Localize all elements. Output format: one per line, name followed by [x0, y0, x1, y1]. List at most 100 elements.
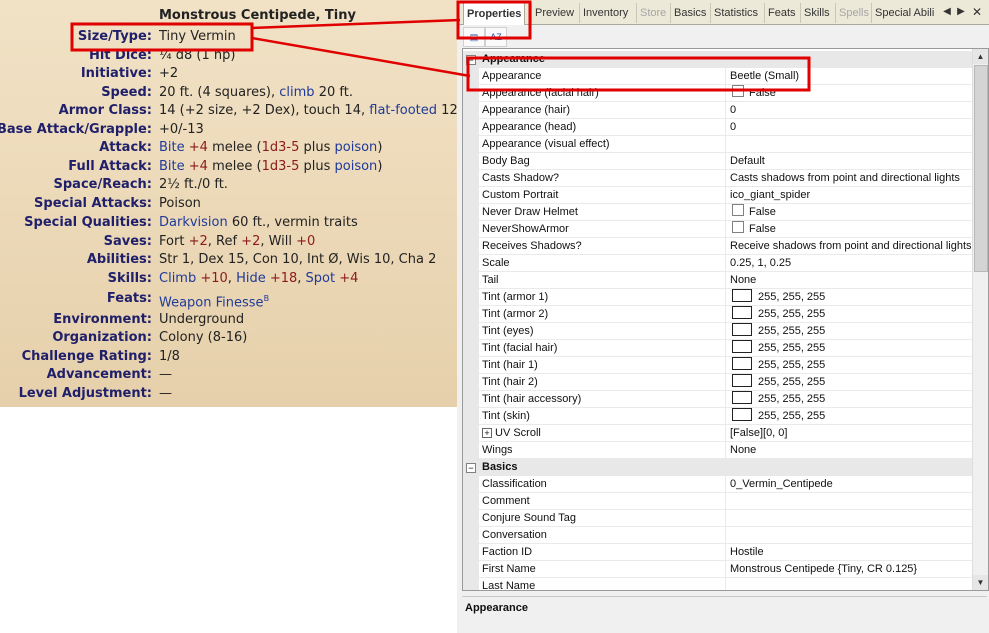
tab-inventory[interactable]: Inventory: [579, 3, 631, 23]
property-row[interactable]: + UV Scroll [False][0, 0]: [463, 425, 977, 442]
tab-statistics[interactable]: Statistics: [710, 3, 761, 23]
property-row[interactable]: Appearance Beetle (Small): [463, 68, 977, 85]
tab-special-abilities[interactable]: Special Abili: [871, 3, 937, 23]
property-value[interactable]: [725, 136, 977, 153]
tab-properties[interactable]: Properties: [463, 2, 526, 25]
property-value[interactable]: [725, 493, 977, 510]
vertical-scrollbar[interactable]: ▲ ▼: [972, 49, 988, 590]
climb-skill-link[interactable]: Climb: [159, 271, 196, 286]
property-value[interactable]: None: [725, 272, 977, 289]
tab-scroll-right-icon[interactable]: ▶: [955, 4, 967, 20]
property-value[interactable]: 255, 255, 255: [725, 391, 977, 408]
property-row[interactable]: Appearance (facial hair) False: [463, 85, 977, 102]
tab-preview[interactable]: Preview: [531, 3, 577, 23]
tab-feats[interactable]: Feats: [764, 3, 799, 23]
property-row[interactable]: Tint (hair 2) 255, 255, 255: [463, 374, 977, 391]
color-swatch-icon[interactable]: [732, 340, 752, 353]
checkbox-icon[interactable]: [732, 85, 744, 97]
property-row[interactable]: Comment: [463, 493, 977, 510]
property-value[interactable]: None: [725, 442, 977, 459]
property-value[interactable]: Default: [725, 153, 977, 170]
color-swatch-icon[interactable]: [732, 408, 752, 421]
color-swatch-icon[interactable]: [732, 289, 752, 302]
property-row[interactable]: NeverShowArmor False: [463, 221, 977, 238]
property-row[interactable]: Conjure Sound Tag: [463, 510, 977, 527]
property-row[interactable]: Conversation: [463, 527, 977, 544]
flat-footed-link[interactable]: flat-footed: [369, 103, 437, 118]
property-row[interactable]: Appearance (head) 0: [463, 119, 977, 136]
property-value[interactable]: 0_Vermin_Centipede: [725, 476, 977, 493]
spot-skill-link[interactable]: Spot: [306, 271, 336, 286]
checkbox-icon[interactable]: [732, 221, 744, 233]
property-value[interactable]: False: [725, 204, 977, 221]
darkvision-link[interactable]: Darkvision: [159, 215, 228, 230]
category-basics[interactable]: − Basics: [463, 459, 974, 476]
tab-scroll-left-icon[interactable]: ◀: [941, 4, 953, 20]
property-row[interactable]: Tint (hair 1) 255, 255, 255: [463, 357, 977, 374]
property-value[interactable]: 255, 255, 255: [725, 306, 977, 323]
poison-link[interactable]: poison: [335, 159, 378, 174]
property-row[interactable]: Casts Shadow? Casts shadows from point an…: [463, 170, 977, 187]
property-row[interactable]: Tint (armor 1) 255, 255, 255: [463, 289, 977, 306]
property-row[interactable]: Appearance (visual effect): [463, 136, 977, 153]
property-row[interactable]: Tint (facial hair) 255, 255, 255: [463, 340, 977, 357]
property-value[interactable]: [False][0, 0]: [725, 425, 977, 442]
color-swatch-icon[interactable]: [732, 323, 752, 336]
poison-link[interactable]: poison: [335, 140, 378, 155]
property-value[interactable]: 0: [725, 119, 977, 136]
property-value[interactable]: Monstrous Centipede {Tiny, CR 0.125}: [725, 561, 977, 578]
color-swatch-icon[interactable]: [732, 391, 752, 404]
property-value[interactable]: Beetle (Small): [725, 68, 977, 85]
property-value[interactable]: Receive shadows from point and direction…: [725, 238, 977, 255]
tab-basics[interactable]: Basics: [670, 3, 709, 23]
property-value[interactable]: 255, 255, 255: [725, 357, 977, 374]
property-value[interactable]: 255, 255, 255: [725, 340, 977, 357]
checkbox-icon[interactable]: [732, 204, 744, 216]
property-row[interactable]: Appearance (hair) 0: [463, 102, 977, 119]
property-value[interactable]: Casts shadows from point and directional…: [725, 170, 977, 187]
property-value[interactable]: [725, 578, 977, 590]
collapse-icon[interactable]: −: [466, 463, 476, 473]
color-swatch-icon[interactable]: [732, 357, 752, 370]
property-value[interactable]: [725, 527, 977, 544]
category-appearance[interactable]: − Appearance: [463, 51, 974, 68]
bite-link[interactable]: Bite: [159, 140, 185, 155]
property-row[interactable]: Scale 0.25, 1, 0.25: [463, 255, 977, 272]
property-row[interactable]: Receives Shadows? Receive shadows from po…: [463, 238, 977, 255]
property-row[interactable]: Faction ID Hostile: [463, 544, 977, 561]
property-row[interactable]: First Name Monstrous Centipede {Tiny, CR …: [463, 561, 977, 578]
tab-spells[interactable]: Spells: [835, 3, 872, 23]
scroll-up-icon[interactable]: ▲: [973, 49, 988, 64]
property-row[interactable]: Tint (armor 2) 255, 255, 255: [463, 306, 977, 323]
property-value[interactable]: Hostile: [725, 544, 977, 561]
property-value[interactable]: 0: [725, 102, 977, 119]
expand-icon[interactable]: +: [482, 428, 492, 438]
property-value[interactable]: False: [725, 221, 977, 238]
property-row[interactable]: Tint (hair accessory) 255, 255, 255: [463, 391, 977, 408]
close-icon[interactable]: ✕: [971, 4, 983, 20]
stat-value-size-type[interactable]: Tiny Vermin: [159, 27, 236, 46]
property-row[interactable]: Custom Portrait ico_giant_spider: [463, 187, 977, 204]
property-row[interactable]: Never Draw Helmet False: [463, 204, 977, 221]
property-row[interactable]: Tint (skin) 255, 255, 255: [463, 408, 977, 425]
color-swatch-icon[interactable]: [732, 374, 752, 387]
poison-link[interactable]: Poison: [159, 194, 201, 213]
property-row[interactable]: Wings None: [463, 442, 977, 459]
property-value[interactable]: 255, 255, 255: [725, 289, 977, 306]
scroll-thumb[interactable]: [974, 65, 988, 272]
collapse-icon[interactable]: −: [466, 55, 476, 65]
color-swatch-icon[interactable]: [732, 306, 752, 319]
tab-skills[interactable]: Skills: [800, 3, 833, 23]
property-value[interactable]: 255, 255, 255: [725, 323, 977, 340]
alphabetical-sort-icon[interactable]: AZ: [485, 27, 507, 47]
property-row[interactable]: Body Bag Default: [463, 153, 977, 170]
property-value[interactable]: [725, 510, 977, 527]
categorized-view-icon[interactable]: ▤: [463, 27, 485, 47]
property-row[interactable]: Classification 0_Vermin_Centipede: [463, 476, 977, 493]
property-row[interactable]: Tail None: [463, 272, 977, 289]
property-row[interactable]: Tint (eyes) 255, 255, 255: [463, 323, 977, 340]
property-row[interactable]: Last Name: [463, 578, 977, 590]
tab-store[interactable]: Store: [636, 3, 669, 23]
hide-skill-link[interactable]: Hide: [236, 271, 266, 286]
property-value[interactable]: 255, 255, 255: [725, 408, 977, 425]
